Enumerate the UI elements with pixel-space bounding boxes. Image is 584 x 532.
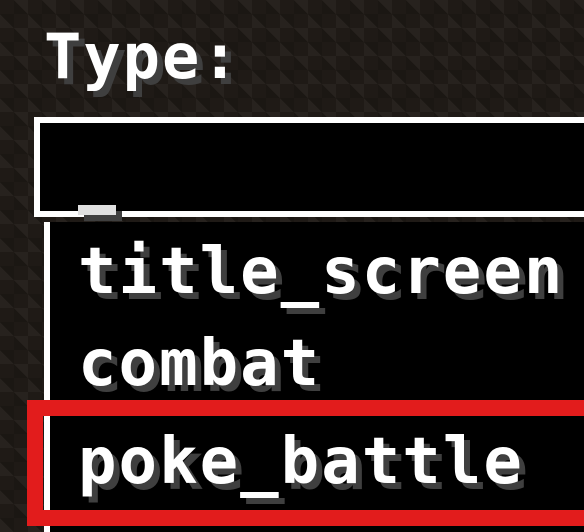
dropdown-option-title-screen[interactable]: title_screen (78, 240, 564, 304)
dropdown-option-combat[interactable]: combat (78, 332, 321, 396)
text-cursor (78, 205, 116, 215)
type-label: Type: (44, 20, 241, 93)
type-input[interactable] (34, 117, 584, 217)
dropdown-option-poke-battle[interactable]: poke_battle (78, 430, 524, 494)
